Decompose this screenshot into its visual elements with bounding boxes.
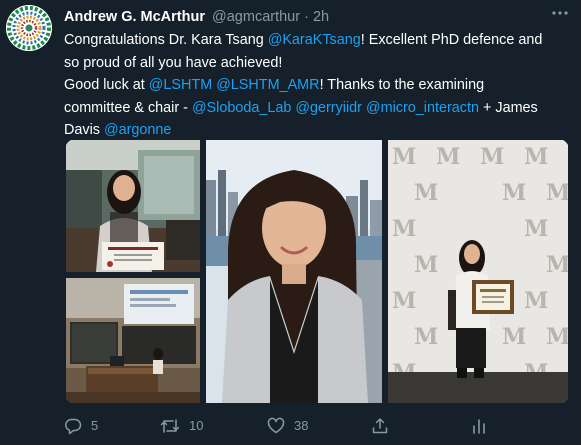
svg-text:M: M — [546, 180, 568, 206]
header-separator: · — [304, 9, 309, 25]
mention-link[interactable]: @KaraKTsang — [268, 32, 361, 48]
svg-text:M: M — [414, 252, 438, 278]
mention-link[interactable]: @LSHTM — [149, 77, 212, 93]
media-grid: MMMM MMM MM MM MM MMM MM — [64, 138, 570, 405]
tweet-card[interactable]: Andrew G. McArthur @agmcarthur · 2h Cong… — [0, 0, 581, 445]
circular-logo-icon — [6, 5, 52, 51]
text-segment: Congratulations Dr. Kara Tsang — [64, 32, 268, 48]
tweet-header: Andrew G. McArthur @agmcarthur · 2h — [64, 8, 329, 26]
heart-icon — [267, 417, 285, 434]
timestamp[interactable]: 2h — [313, 9, 329, 25]
reply-icon — [65, 418, 82, 435]
tweet-text-line: so proud of all you have achieved! — [64, 52, 574, 75]
svg-text:M: M — [414, 324, 438, 350]
photo-portrait-city-skyline[interactable] — [206, 140, 382, 403]
photo-lecture-hall[interactable] — [66, 278, 200, 403]
analytics-button[interactable] — [470, 416, 488, 436]
svg-text:M: M — [546, 324, 568, 350]
retweet-icon — [160, 419, 180, 433]
avatar[interactable] — [6, 5, 52, 51]
tweet-text-line: Congratulations Dr. Kara Tsang @KaraKTsa… — [64, 29, 574, 52]
mention-link[interactable]: @micro_interactn — [366, 100, 479, 116]
svg-text:M: M — [524, 144, 548, 170]
svg-text:M: M — [436, 144, 460, 170]
photo-holding-certificate[interactable] — [66, 140, 200, 272]
analytics-icon — [473, 419, 485, 434]
mention-link[interactable]: @argonne — [104, 122, 171, 138]
more-icon[interactable] — [548, 4, 572, 24]
tweet-text-line: Good luck at @LSHTM @LSHTM_AMR! Thanks t… — [64, 74, 574, 97]
retweet-count: 10 — [189, 418, 204, 433]
svg-text:M: M — [524, 288, 548, 314]
text-segment: committee & chair - — [64, 99, 192, 116]
like-button[interactable]: 38 — [267, 416, 308, 436]
text-segment: Davis — [64, 122, 104, 138]
text-segment: so proud of all you have achieved! — [64, 54, 283, 71]
mention-link[interactable]: @LSHTM_AMR — [216, 77, 319, 93]
svg-text:M: M — [502, 324, 526, 350]
more-dots-icon — [552, 11, 568, 15]
svg-text:M: M — [392, 216, 416, 242]
tweet-text-line: committee & chair - @Sloboda_Lab @gerryi… — [64, 97, 574, 120]
tweet-text: Congratulations Dr. Kara Tsang @KaraKTsa… — [64, 29, 574, 142]
svg-text:M: M — [392, 144, 416, 170]
mention-link[interactable]: @gerryiidr — [295, 100, 362, 116]
author-name[interactable]: Andrew G. McArthur — [64, 9, 205, 25]
reply-button[interactable]: 5 — [64, 416, 98, 436]
svg-text:M: M — [524, 216, 548, 242]
author-handle[interactable]: @agmcarthur — [212, 9, 300, 25]
mention-link[interactable]: @Sloboda_Lab — [192, 100, 291, 116]
svg-text:M: M — [502, 180, 526, 206]
text-segment: ! Excellent PhD defence and — [360, 32, 543, 48]
svg-text:M: M — [480, 144, 504, 170]
tweet-actions: 5 10 38 — [64, 413, 574, 439]
text-segment: ! Thanks to the examining — [319, 77, 485, 93]
share-icon — [372, 418, 388, 434]
text-segment: Good luck at — [64, 77, 149, 93]
photo-backdrop-certificate[interactable]: MMMM MMM MM MM MM MMM MM — [388, 140, 568, 403]
retweet-button[interactable]: 10 — [160, 416, 203, 436]
share-button[interactable] — [371, 416, 389, 436]
like-count: 38 — [294, 418, 309, 433]
reply-count: 5 — [91, 418, 99, 433]
svg-text:M: M — [392, 288, 416, 314]
svg-text:M: M — [414, 180, 438, 206]
text-segment: + James — [478, 99, 538, 116]
svg-text:M: M — [546, 252, 568, 278]
